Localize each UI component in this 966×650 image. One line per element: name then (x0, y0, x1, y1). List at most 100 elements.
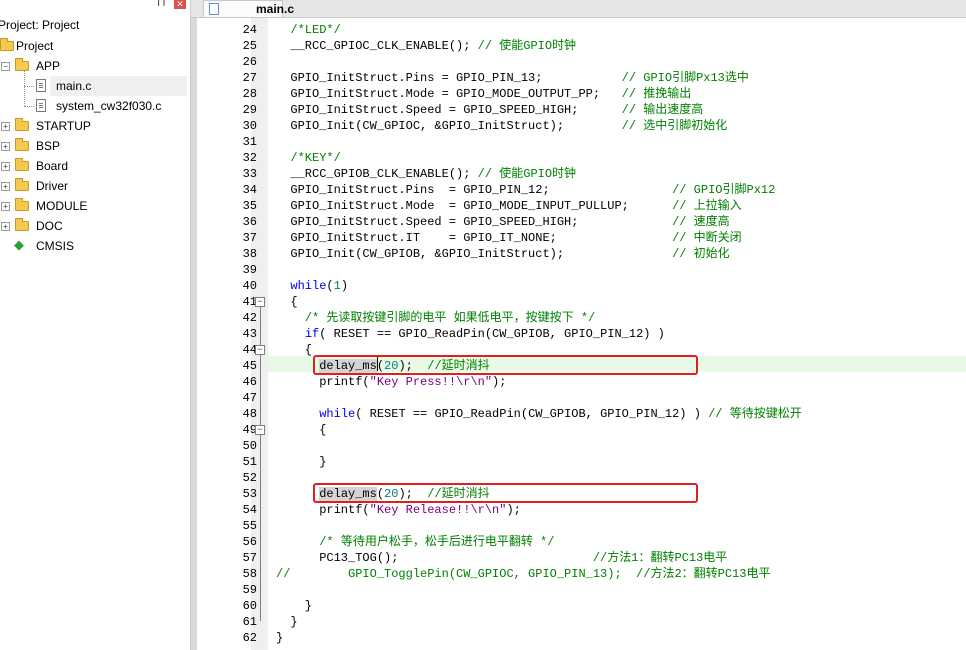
line-number: 26 (242, 55, 257, 69)
expand-icon[interactable]: + (1, 142, 10, 151)
tree-item-label: BSP (36, 139, 61, 153)
code-line[interactable]: } (276, 630, 283, 646)
code-line[interactable]: __RCC_GPIOC_CLK_ENABLE(); // 使能GPIO时钟 (276, 38, 576, 54)
code-line[interactable]: } (276, 614, 298, 630)
expand-icon[interactable]: + (1, 122, 10, 131)
code-line[interactable]: GPIO_Init(CW_GPIOB, &GPIO_InitStruct); /… (276, 246, 729, 262)
code-line[interactable]: // GPIO_TogglePin(CW_GPIOC, GPIO_PIN_13)… (276, 566, 770, 582)
tree-item-folder-module[interactable]: + MODULE (0, 196, 190, 216)
folder-icon (15, 198, 29, 211)
tree-item-label: STARTUP (36, 119, 91, 133)
tree-item-folder-driver[interactable]: + Driver (0, 176, 190, 196)
line-number: 37 (242, 231, 257, 245)
tree-item-label: CMSIS (36, 239, 75, 253)
comment-token: // 推挽输出 (621, 87, 692, 101)
comment-token: // 使能GPIO时钟 (477, 39, 577, 53)
line-number: 29 (242, 103, 257, 117)
collapse-icon[interactable]: − (1, 62, 10, 71)
expand-icon[interactable]: + (1, 222, 10, 231)
code-line[interactable]: { (276, 342, 312, 358)
code-line[interactable]: PC13_TOG(); //方法1：翻转PC13电平 (276, 550, 727, 566)
code-token: ) (340, 279, 349, 293)
line-number: 35 (242, 199, 257, 213)
line-number: 42 (242, 311, 257, 325)
code-line[interactable]: if( RESET == GPIO_ReadPin(CW_GPIOB, GPIO… (276, 326, 665, 342)
tree-item-project[interactable]: Project (0, 36, 190, 56)
annotation-box (313, 483, 698, 503)
expand-icon[interactable]: + (1, 202, 10, 211)
tab-main-c[interactable]: main.c (203, 0, 294, 17)
code-line[interactable]: while(1) (276, 278, 348, 294)
line-number: 36 (242, 215, 257, 229)
code-line[interactable]: /* 等待用户松手，松手后进行电平翻转 */ (276, 534, 554, 550)
code-token: ); (506, 503, 521, 517)
code-token: GPIO_InitStruct.Mode = GPIO_MODE_INPUT_P… (276, 199, 673, 213)
c-file-icon (36, 79, 46, 92)
code-line[interactable]: GPIO_InitStruct.Mode = GPIO_MODE_INPUT_P… (276, 198, 741, 214)
line-number: 57 (242, 551, 257, 565)
code-line[interactable]: { (276, 294, 297, 310)
collapse-icon[interactable]: − (255, 425, 265, 435)
comment-token: // 速度高 (672, 215, 730, 229)
tab-strip: main.c (191, 0, 966, 18)
code-line[interactable]: while( RESET == GPIO_ReadPin(CW_GPIOB, G… (276, 406, 801, 422)
code-token: } (276, 615, 298, 629)
tree-item-folder-startup[interactable]: + STARTUP (0, 116, 190, 136)
code-line[interactable]: GPIO_InitStruct.Pins = GPIO_PIN_12; // G… (276, 182, 775, 198)
code-line[interactable]: /*KEY*/ (276, 150, 341, 166)
tree-item-folder-app[interactable]: − APP (0, 56, 190, 76)
line-number: 27 (242, 71, 257, 85)
code-line[interactable]: } (276, 598, 312, 614)
code-line[interactable]: /* 先读取按键引脚的电平 如果低电平，按键按下 */ (276, 310, 595, 326)
line-number: 55 (242, 519, 257, 533)
code-line[interactable]: GPIO_InitStruct.Pins = GPIO_PIN_13; // G… (276, 70, 748, 86)
expand-icon[interactable]: + (1, 162, 10, 171)
code-token: GPIO_InitStruct.Pins = GPIO_PIN_12; (276, 183, 673, 197)
code-line[interactable]: __RCC_GPIOB_CLK_ENABLE(); // 使能GPIO时钟 (276, 166, 576, 182)
line-number: 60 (242, 599, 257, 613)
collapse-icon[interactable]: − (255, 345, 265, 355)
tree-item-folder-cmsis[interactable]: ◆ CMSIS (0, 236, 190, 256)
number-token: 1 (333, 279, 341, 293)
code-token: ( RESET == GPIO_ReadPin(CW_GPIOB, GPIO_P… (319, 327, 665, 341)
code-editor[interactable]: main.c 24 /*LED*/ 25 __RCC_GPIOC_CLK_ENAB… (191, 0, 966, 650)
line-number: 48 (242, 407, 257, 421)
tree-item-file[interactable]: main.c (0, 76, 190, 96)
code-line[interactable]: GPIO_InitStruct.Speed = GPIO_SPEED_HIGH;… (276, 214, 730, 230)
code-line[interactable]: GPIO_InitStruct.Speed = GPIO_SPEED_HIGH;… (276, 102, 703, 118)
line-number: 59 (242, 583, 257, 597)
code-line[interactable]: printf("Key Press!!\r\n"); (276, 374, 506, 390)
collapse-icon[interactable]: − (255, 297, 265, 307)
line-number: 56 (242, 535, 257, 549)
tree-item-folder-board[interactable]: + Board (0, 156, 190, 176)
tree-connector (24, 106, 34, 107)
folder-icon (15, 118, 29, 131)
code-line[interactable]: GPIO_InitStruct.Mode = GPIO_MODE_OUTPUT_… (276, 86, 691, 102)
close-icon[interactable]: ✕ (174, 0, 186, 9)
code-line[interactable]: GPIO_Init(CW_GPIOC, &GPIO_InitStruct); /… (276, 118, 727, 134)
tree-item-folder-bsp[interactable]: + BSP (0, 136, 190, 156)
folder-open-icon (0, 38, 14, 51)
code-line[interactable]: /*LED*/ (276, 22, 340, 38)
pin-icon[interactable]: ⊓ (157, 0, 166, 9)
code-line[interactable]: } (276, 454, 326, 470)
line-number: 25 (242, 39, 257, 53)
code-line[interactable]: { (276, 422, 326, 438)
code-token: GPIO_Init(CW_GPIOB, &GPIO_InitStruct); (276, 247, 673, 261)
line-number: 46 (242, 375, 257, 389)
comment-token: /*KEY*/ (290, 151, 341, 165)
string-token: "Key Press!!\r\n" (369, 375, 493, 389)
c-file-icon (36, 99, 46, 112)
code-line[interactable]: GPIO_InitStruct.IT = GPIO_IT_NONE; // 中断… (276, 230, 741, 246)
code-line[interactable]: printf("Key Release!!\r\n"); (276, 502, 521, 518)
code-token: GPIO_Init(CW_GPIOC, &GPIO_InitStruct); (276, 119, 622, 133)
comment-token: // GPIO_TogglePin(CW_GPIOC, GPIO_PIN_13)… (276, 567, 771, 581)
expand-icon[interactable]: + (1, 182, 10, 191)
line-number: 31 (242, 135, 257, 149)
tree-item-folder-doc[interactable]: + DOC (0, 216, 190, 236)
tree-item-label: system_cw32f030.c (56, 99, 162, 113)
tree-item-file[interactable]: system_cw32f030.c (0, 96, 190, 116)
